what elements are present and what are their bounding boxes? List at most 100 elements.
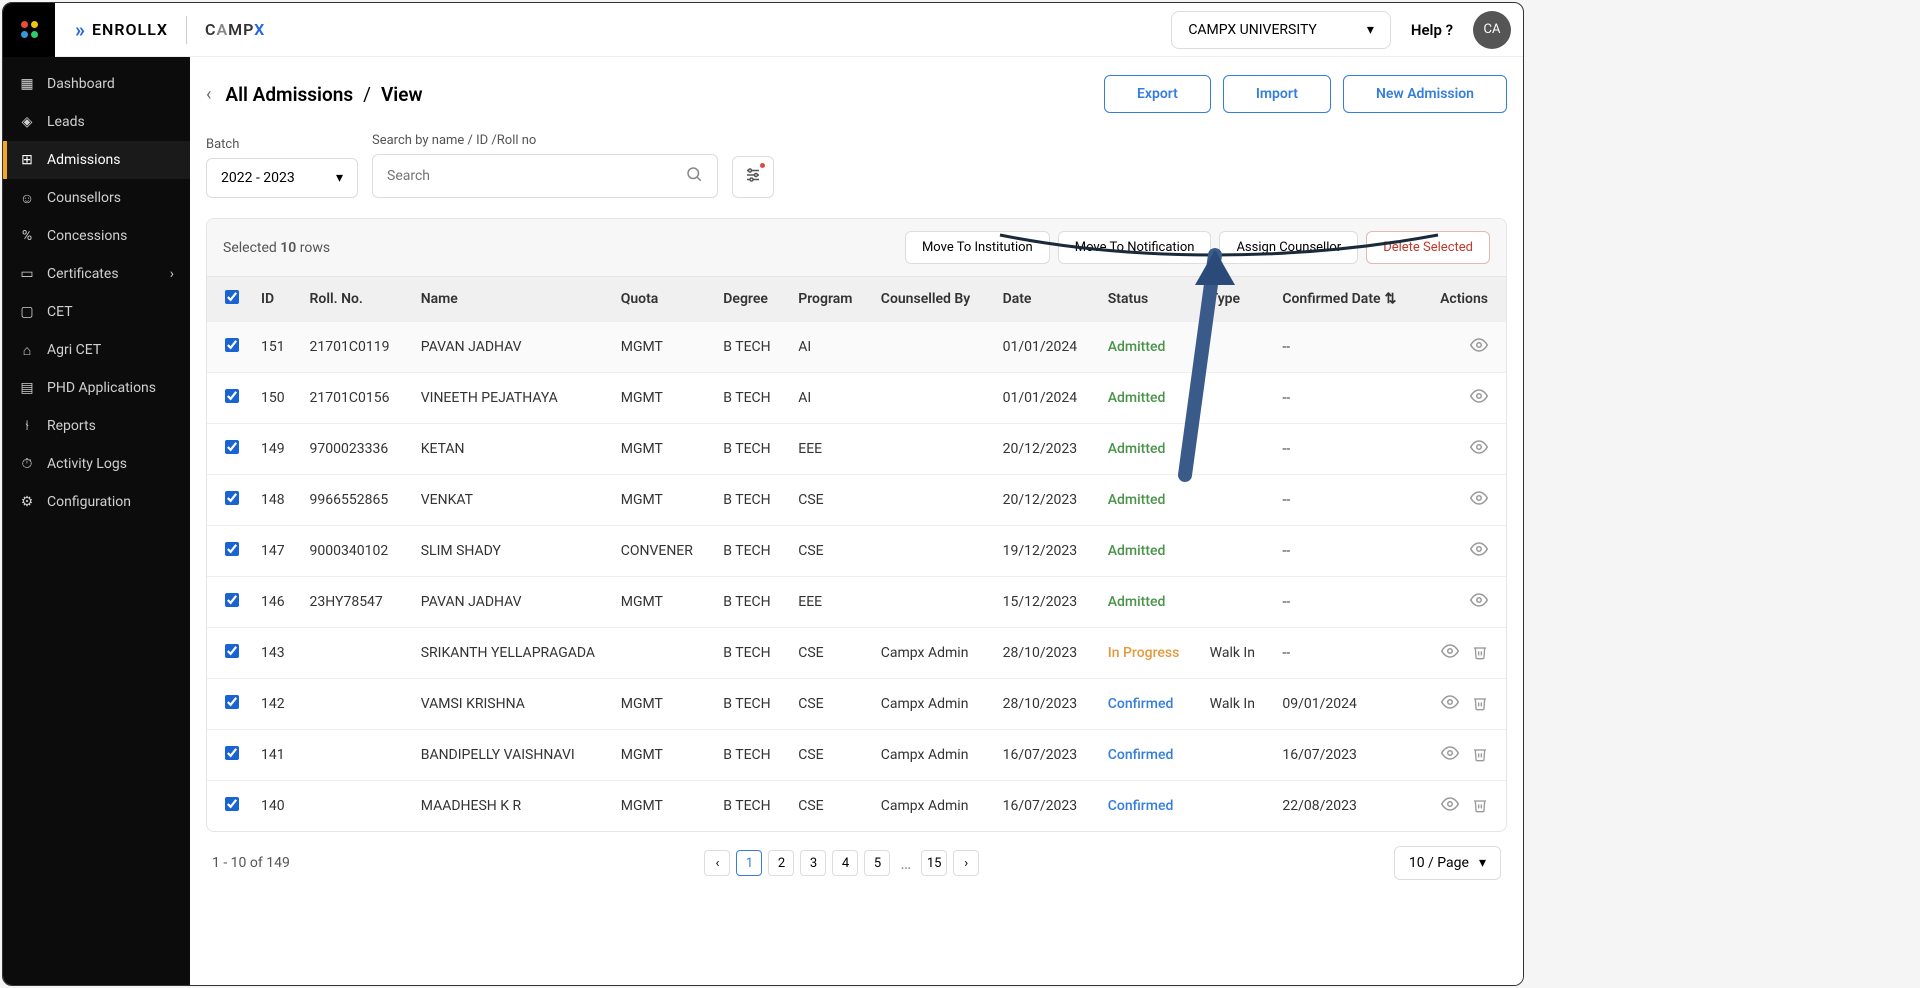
cell-id: 150 <box>251 373 300 424</box>
help-link[interactable]: Help ? <box>1411 21 1453 39</box>
delete-icon[interactable] <box>1472 801 1488 817</box>
col-confirmed[interactable]: Confirmed Date⇅ <box>1272 277 1421 322</box>
university-select[interactable]: CAMPX UNIVERSITY ▾ <box>1171 11 1391 49</box>
view-icon[interactable] <box>1470 495 1488 511</box>
app-menu-button[interactable] <box>3 3 55 57</box>
row-checkbox[interactable] <box>225 644 239 658</box>
page-button-5[interactable]: 5 <box>864 850 890 876</box>
sidebar-item-leads[interactable]: ◈Leads <box>3 103 190 141</box>
cell-type: Walk In <box>1200 628 1273 679</box>
cell-id: 140 <box>251 781 300 832</box>
page-prev-button[interactable]: ‹ <box>704 850 730 876</box>
cell-name: MAADHESH K R <box>411 781 611 832</box>
sidebar-item-dashboard[interactable]: ▦Dashboard <box>3 65 190 103</box>
sidebar-item-agri-cet[interactable]: ⌂Agri CET <box>3 331 190 369</box>
delete-icon[interactable] <box>1472 648 1488 664</box>
cell-confirmed: 22/08/2023 <box>1272 781 1421 832</box>
col-roll[interactable]: Roll. No. <box>300 277 411 322</box>
view-icon[interactable] <box>1470 393 1488 409</box>
search-label: Search by name / ID /Roll no <box>372 133 718 148</box>
col-date[interactable]: Date <box>993 277 1098 322</box>
select-all-checkbox[interactable] <box>225 290 239 304</box>
col-counselled[interactable]: Counselled By <box>871 277 993 322</box>
view-icon[interactable] <box>1470 342 1488 358</box>
cell-roll: 9000340102 <box>300 526 411 577</box>
sidebar-item-phd-applications[interactable]: ▤PHD Applications <box>3 369 190 407</box>
chevron-left-icon[interactable]: ‹ <box>206 84 211 105</box>
view-icon[interactable] <box>1441 750 1459 766</box>
table-row: 148 9966552865 VENKAT MGMT B TECH CSE 20… <box>207 475 1506 526</box>
avatar[interactable]: CA <box>1473 11 1511 49</box>
page-button-1[interactable]: 1 <box>736 850 762 876</box>
row-checkbox[interactable] <box>225 542 239 556</box>
row-checkbox[interactable] <box>225 746 239 760</box>
delete-icon[interactable] <box>1472 699 1488 715</box>
move-institution-button[interactable]: Move To Institution <box>905 231 1050 264</box>
export-button[interactable]: Export <box>1104 75 1211 113</box>
cell-id: 149 <box>251 424 300 475</box>
row-checkbox[interactable] <box>225 797 239 811</box>
page-ellipsis: … <box>896 854 915 873</box>
sidebar-item-configuration[interactable]: ⚙Configuration <box>3 483 190 521</box>
col-program[interactable]: Program <box>788 277 871 322</box>
row-checkbox[interactable] <box>225 593 239 607</box>
cell-status: Admitted <box>1098 577 1200 628</box>
view-icon[interactable] <box>1441 648 1459 664</box>
view-icon[interactable] <box>1470 546 1488 562</box>
new-admission-button[interactable]: New Admission <box>1343 75 1507 113</box>
move-notification-button[interactable]: Move To Notification <box>1058 231 1212 264</box>
sidebar-item-label: Concessions <box>47 228 127 244</box>
col-quota[interactable]: Quota <box>611 277 714 322</box>
cell-date: 16/07/2023 <box>993 781 1098 832</box>
assign-counsellor-button[interactable]: Assign Counsellor <box>1219 231 1358 264</box>
row-checkbox[interactable] <box>225 338 239 352</box>
search-box[interactable] <box>372 154 718 198</box>
col-name[interactable]: Name <box>411 277 611 322</box>
batch-select[interactable]: 2022 - 2023 ▾ <box>206 158 358 198</box>
delete-icon[interactable] <box>1472 750 1488 766</box>
view-icon[interactable] <box>1470 444 1488 460</box>
cell-program: EEE <box>788 577 871 628</box>
sidebar-item-label: Activity Logs <box>47 456 127 472</box>
sidebar-item-activity-logs[interactable]: ⏱Activity Logs <box>3 445 190 483</box>
cell-status: Confirmed <box>1098 730 1200 781</box>
cell-degree: B TECH <box>713 781 788 832</box>
page-button-2[interactable]: 2 <box>768 850 794 876</box>
sidebar-item-reports[interactable]: ⫮Reports <box>3 407 190 445</box>
delete-selected-button[interactable]: Delete Selected <box>1366 231 1490 264</box>
col-actions[interactable]: Actions <box>1421 277 1506 322</box>
main-content: ‹ All Admissions / View Export Import Ne… <box>190 57 1523 985</box>
view-icon[interactable] <box>1441 699 1459 715</box>
cell-degree: B TECH <box>713 322 788 373</box>
search-input[interactable] <box>387 168 685 184</box>
cell-quota: MGMT <box>611 424 714 475</box>
cell-name: BANDIPELLY VAISHNAVI <box>411 730 611 781</box>
view-icon[interactable] <box>1470 597 1488 613</box>
col-type[interactable]: Type <box>1200 277 1273 322</box>
sidebar-item-admissions[interactable]: ⊞Admissions <box>3 141 190 179</box>
sidebar-item-concessions[interactable]: %Concessions <box>3 217 190 255</box>
chevron-down-icon: ▾ <box>1479 855 1486 871</box>
page-button-4[interactable]: 4 <box>832 850 858 876</box>
row-checkbox[interactable] <box>225 389 239 403</box>
col-status[interactable]: Status <box>1098 277 1200 322</box>
cell-degree: B TECH <box>713 628 788 679</box>
filter-button[interactable] <box>732 156 774 198</box>
col-id[interactable]: ID <box>251 277 300 322</box>
page-size-select[interactable]: 10 / Page ▾ <box>1394 846 1501 880</box>
page-button-15[interactable]: 15 <box>921 850 947 876</box>
page-next-button[interactable]: › <box>953 850 979 876</box>
sidebar-item-cet[interactable]: ▢CET <box>3 293 190 331</box>
col-degree[interactable]: Degree <box>713 277 788 322</box>
page-button-3[interactable]: 3 <box>800 850 826 876</box>
row-checkbox[interactable] <box>225 491 239 505</box>
row-checkbox[interactable] <box>225 695 239 709</box>
row-checkbox[interactable] <box>225 440 239 454</box>
cell-roll <box>300 781 411 832</box>
sidebar-item-counsellors[interactable]: ☺Counsellors <box>3 179 190 217</box>
view-icon[interactable] <box>1441 801 1459 817</box>
breadcrumb-parent[interactable]: All Admissions <box>225 83 353 106</box>
import-button[interactable]: Import <box>1223 75 1331 113</box>
sidebar-item-certificates[interactable]: ▭Certificates› <box>3 255 190 293</box>
sidebar-icon: ⌂ <box>19 342 35 358</box>
